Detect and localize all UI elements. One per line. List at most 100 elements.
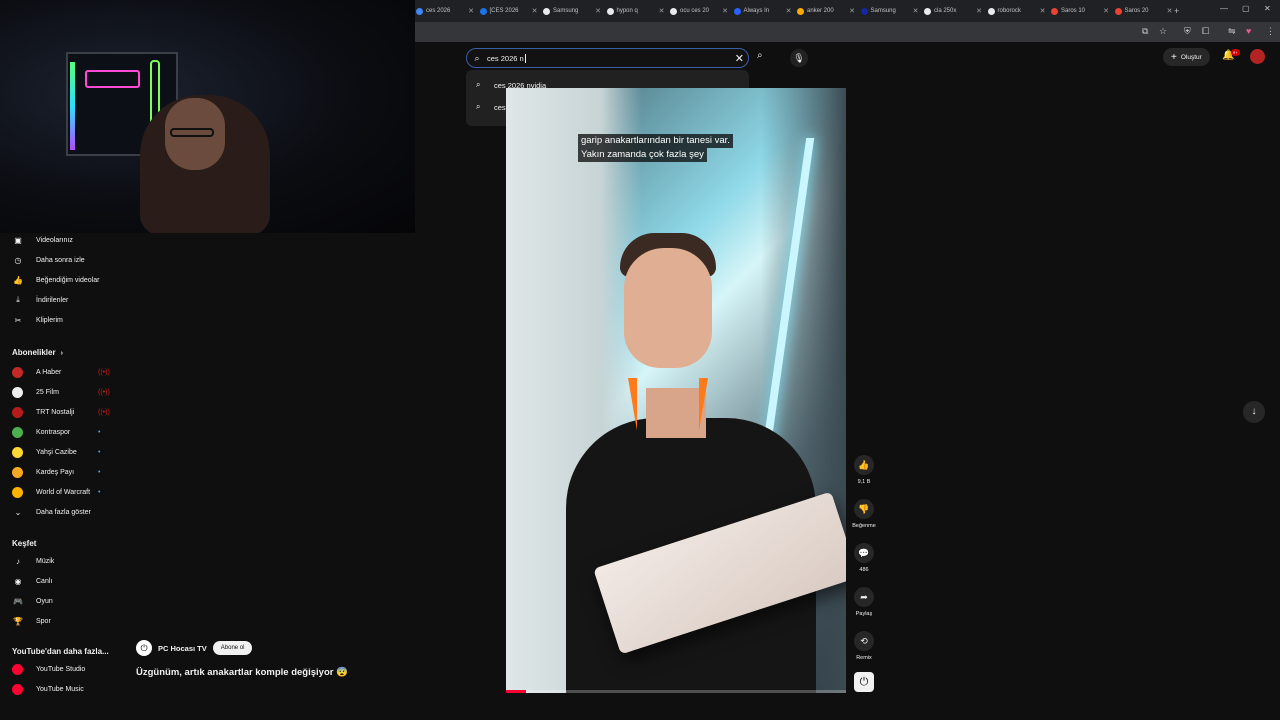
like-button[interactable]: 👍 9,1 B xyxy=(849,455,879,485)
remix-button[interactable]: ⟲ Remix xyxy=(849,631,879,661)
tab-title: Saros 20 xyxy=(1124,8,1149,14)
clear-search-icon[interactable]: ✕ xyxy=(735,52,744,65)
rgb-strip xyxy=(70,62,75,150)
tab-title: cla 250x xyxy=(934,8,957,14)
sidebar-item-label: Canlı xyxy=(36,577,53,585)
next-video-button[interactable]: ↓ xyxy=(1243,401,1265,423)
close-tab-icon[interactable]: ✕ xyxy=(786,7,792,15)
close-tab-icon[interactable]: ✕ xyxy=(849,7,855,15)
tab-title: Samsung xyxy=(870,8,896,14)
explore-item[interactable]: ♪ Müzik xyxy=(12,554,112,568)
sidebar-item[interactable]: ✂ Kliplerim xyxy=(12,313,112,327)
browser-tab[interactable]: [CES 2026 ✕ xyxy=(479,3,538,19)
subscription-item[interactable]: A Haber ((•)) xyxy=(12,365,112,379)
music-icon: ♪ xyxy=(16,556,20,566)
dislike-button[interactable]: 👎 Beğenme xyxy=(849,499,879,529)
video-progress-bar[interactable] xyxy=(506,690,846,693)
close-tab-icon[interactable]: ✕ xyxy=(468,7,474,15)
more-from-youtube-heading[interactable]: YouTube'dan daha fazla... xyxy=(12,647,109,656)
search-input[interactable]: ces 2026 n xyxy=(487,54,524,63)
channel-avatar xyxy=(12,426,23,438)
video-captions: garip anakartlarından bir tanesi var. Ya… xyxy=(578,134,733,162)
browser-tab[interactable]: ces 2026 ✕ xyxy=(416,3,474,19)
explore-item[interactable]: ◉ Canlı xyxy=(12,574,112,588)
browser-tab[interactable]: ocu ces 20 ✕ xyxy=(670,3,728,19)
minimize-icon[interactable]: — xyxy=(1220,4,1228,13)
screen-cast-icon[interactable]: ⧉ xyxy=(1142,26,1148,37)
browser-tab[interactable]: hypon q ✕ xyxy=(606,3,665,19)
short-video-player[interactable] xyxy=(506,88,846,693)
close-tab-icon[interactable]: ✕ xyxy=(976,7,982,15)
channel-avatar xyxy=(12,366,23,378)
search-box[interactable]: ⌕ ces 2026 n ✕ xyxy=(466,48,749,68)
explore-item[interactable]: 🎮 Oyun xyxy=(12,594,112,608)
close-tab-icon[interactable]: ✕ xyxy=(1103,7,1109,15)
subscription-item[interactable]: Kontraspor • xyxy=(12,425,112,439)
sidebar-item-label: İndirilenler xyxy=(36,296,69,304)
browser-tab[interactable]: cla 250x ✕ xyxy=(924,3,982,19)
show-more-button[interactable]: ⌄ Daha fazla göster xyxy=(12,505,112,519)
create-button[interactable]: + Oluştur xyxy=(1163,48,1210,66)
browser-tab[interactable]: Samsung ✕ xyxy=(543,3,601,19)
youtube-app-item[interactable]: YouTube Music xyxy=(12,682,112,696)
close-tab-icon[interactable]: ✕ xyxy=(913,7,919,15)
share-button[interactable]: ➦ Paylaş xyxy=(849,587,879,617)
sidebar-item[interactable]: ▣ Videolarınız xyxy=(12,233,112,247)
tab-title: Samsung xyxy=(553,8,579,14)
sliders-icon[interactable]: ⇋ xyxy=(1228,26,1236,37)
subscribe-button[interactable]: Abone ol xyxy=(212,641,253,655)
explore-item[interactable]: 🏆 Spor xyxy=(12,614,112,628)
heart-icon[interactable]: ♥ xyxy=(1246,26,1251,36)
subscription-item[interactable]: TRT Nostalji ((•)) xyxy=(12,405,112,419)
channel-thumbnail-button[interactable]: ⏻ xyxy=(854,672,874,692)
subscription-item[interactable]: World of Warcraft • xyxy=(12,485,112,499)
shield-icon[interactable]: ⛨ xyxy=(1184,26,1191,37)
sidebar-item[interactable]: ⤓ İndirilenler xyxy=(12,293,112,307)
channel-name[interactable]: PC Hocası TV xyxy=(158,644,207,653)
sidebar-item[interactable]: 👍 Beğendiğim videolar xyxy=(12,273,112,287)
browser-tab[interactable]: Saros 10 ✕ xyxy=(1051,3,1109,19)
search-icon: ⌕ xyxy=(476,102,481,111)
close-tab-icon[interactable]: ✕ xyxy=(1040,7,1046,15)
menu-dots-icon[interactable]: ⋮ xyxy=(1266,26,1275,37)
browser-tab[interactable]: roborock ✕ xyxy=(987,3,1046,19)
close-tab-icon[interactable]: ✕ xyxy=(659,7,665,15)
extensions-icon[interactable]: ⧠ xyxy=(1202,26,1209,37)
sidebar-item-label: Videolarınız xyxy=(36,236,73,244)
close-window-icon[interactable]: ✕ xyxy=(1264,4,1271,13)
voice-search-icon[interactable]: 🎙 xyxy=(790,49,808,67)
new-tab-button[interactable]: + xyxy=(1174,3,1179,19)
browser-tab[interactable]: Samsung ✕ xyxy=(860,3,919,19)
text-caret xyxy=(524,53,526,63)
subscription-item[interactable]: Kardeş Payı • xyxy=(12,465,112,479)
browser-tab[interactable]: Always In ✕ xyxy=(733,3,792,19)
comments-button[interactable]: 💬 486 xyxy=(849,543,879,573)
tab-title: Saros 10 xyxy=(1061,8,1086,14)
comment-icon: 💬 xyxy=(854,543,874,563)
subscription-item[interactable]: 25 Film ((•)) xyxy=(12,385,112,399)
video-title[interactable]: Üzgünüm, artık anakartlar komple değişiy… xyxy=(136,667,348,678)
live-icon: ◉ xyxy=(14,576,22,586)
close-tab-icon[interactable]: ✕ xyxy=(532,7,538,15)
browser-tab[interactable]: anker 200 ✕ xyxy=(797,3,855,19)
avatar[interactable] xyxy=(1250,49,1265,64)
sidebar-item-label: Daha sonra izle xyxy=(36,256,85,264)
browser-tab[interactable]: Saros 20 ✕ xyxy=(1114,3,1173,19)
channel-logo-icon[interactable]: ⏻ xyxy=(136,640,152,656)
youtube-app-item[interactable]: YouTube Studio xyxy=(12,662,112,676)
bookmark-star-icon[interactable]: ☆ xyxy=(1159,26,1167,37)
maximize-icon[interactable]: ▢ xyxy=(1242,4,1250,13)
sidebar-item[interactable]: ◷ Daha sonra izle xyxy=(12,253,112,267)
explore-heading[interactable]: Keşfet xyxy=(12,539,36,548)
tab-title: ocu ces 20 xyxy=(680,8,710,14)
sidebar-item-label: YouTube Music xyxy=(36,685,84,693)
tab-favicon-icon xyxy=(860,7,868,15)
caption-line: garip anakartlarından bir tanesi var. xyxy=(578,134,733,148)
subscription-item[interactable]: Yahşi Cazibe • xyxy=(12,445,112,459)
comment-count: 486 xyxy=(859,567,869,573)
search-button[interactable]: ⌕ xyxy=(757,50,763,61)
close-tab-icon[interactable]: ✕ xyxy=(595,7,601,15)
subscriptions-heading[interactable]: Abonelikler › xyxy=(12,348,63,357)
close-tab-icon[interactable]: ✕ xyxy=(722,7,728,15)
close-tab-icon[interactable]: ✕ xyxy=(1167,7,1173,15)
